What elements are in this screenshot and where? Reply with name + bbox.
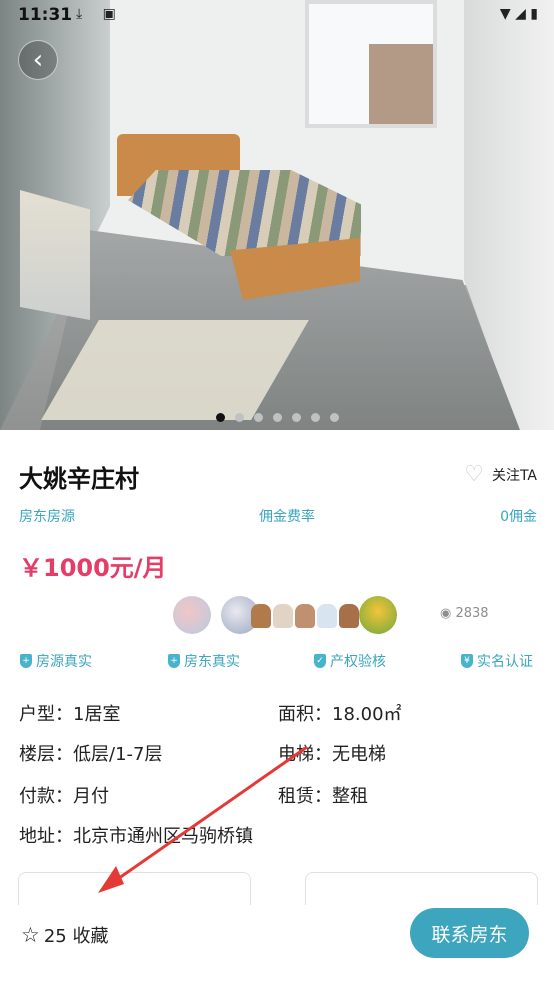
shield-icon: + <box>20 654 32 668</box>
carousel-dot[interactable] <box>215 413 225 422</box>
viewer-avatars <box>173 596 409 636</box>
arrow-shaft <box>111 745 308 885</box>
chevron-left-icon: ‹ <box>32 45 44 75</box>
status-time: 11:31 <box>18 5 73 25</box>
badge-ownership-verified: ✓ 产权验核 <box>314 651 386 671</box>
favorite-count: 25 收藏 <box>43 926 109 947</box>
detail-floor: 楼层：低层/1-7层 <box>19 744 163 765</box>
carousel-dot[interactable] <box>291 413 301 422</box>
carousel-dot[interactable] <box>329 413 339 422</box>
sticker-icon <box>295 604 315 628</box>
shield-check-icon: ✓ <box>314 654 326 668</box>
badge-listing-verified: + 房源真实 <box>20 651 92 671</box>
badge-real-name: ¥ 实名认证 <box>461 651 533 671</box>
detail-elevator: 电梯：无电梯 <box>278 744 386 765</box>
sticker-icon <box>317 604 337 628</box>
cartoon-avatar <box>359 596 397 634</box>
sticker-icon <box>339 604 359 628</box>
download-icon: ⤓ ▣ <box>76 6 124 22</box>
listing-title: 大姚辛庄村 <box>19 465 139 493</box>
badge-label: 产权验核 <box>330 654 386 670</box>
carousel-dots <box>0 407 554 426</box>
star-icon: ☆ <box>21 922 40 947</box>
price: ￥1000元/月 <box>19 554 167 582</box>
carousel-dot[interactable] <box>310 413 320 422</box>
sticker-icon <box>273 604 293 628</box>
avatar <box>173 596 211 634</box>
photo-desk <box>20 190 90 320</box>
detail-address: 地址：北京市通州区马驹桥镇 <box>19 826 253 847</box>
shield-icon: ¥ <box>461 654 473 668</box>
commission-label: 佣金费率 <box>259 509 315 525</box>
contact-landlord-button[interactable]: 联系房东 <box>410 908 529 958</box>
source-label: 房东房源 <box>19 509 75 525</box>
badge-landlord-verified: + 房东真实 <box>168 651 240 671</box>
view-count: ◉ 2838 <box>440 606 489 621</box>
detail-rent-type: 租赁：整租 <box>278 786 368 807</box>
detail-layout: 户型：1居室 <box>19 704 121 725</box>
carousel-dot[interactable] <box>272 413 282 422</box>
follow-label: 关注TA <box>491 468 537 484</box>
carousel-dot[interactable] <box>253 413 263 422</box>
badge-label: 房源真实 <box>36 654 92 670</box>
back-button[interactable]: ‹ <box>18 40 58 80</box>
status-bar: 11:31 ⤓ ▣ ▼ ◢ ▮ <box>0 0 554 30</box>
badge-label: 房东真实 <box>184 654 240 670</box>
shield-icon: + <box>168 654 180 668</box>
sticker-icon <box>251 604 271 628</box>
carousel-dot[interactable] <box>234 413 244 422</box>
detail-area: 面积：18.00㎡ <box>278 704 402 725</box>
eye-icon: ◉ <box>440 606 456 621</box>
favorite-button[interactable]: ☆ 25 收藏 <box>21 922 108 948</box>
signal-battery-icon: ▼ ◢ ▮ <box>499 6 538 22</box>
listing-photo[interactable]: 11:31 ⤓ ▣ ▼ ◢ ▮ ‹ <box>0 0 554 430</box>
commission-value: 0佣金 <box>500 509 537 525</box>
detail-payment: 付款：月付 <box>19 786 109 807</box>
heart-icon: ♡ <box>464 462 484 487</box>
badge-label: 实名认证 <box>477 654 533 670</box>
view-count-value: 2838 <box>455 606 489 621</box>
follow-button[interactable]: ♡ 关注TA <box>464 464 537 486</box>
